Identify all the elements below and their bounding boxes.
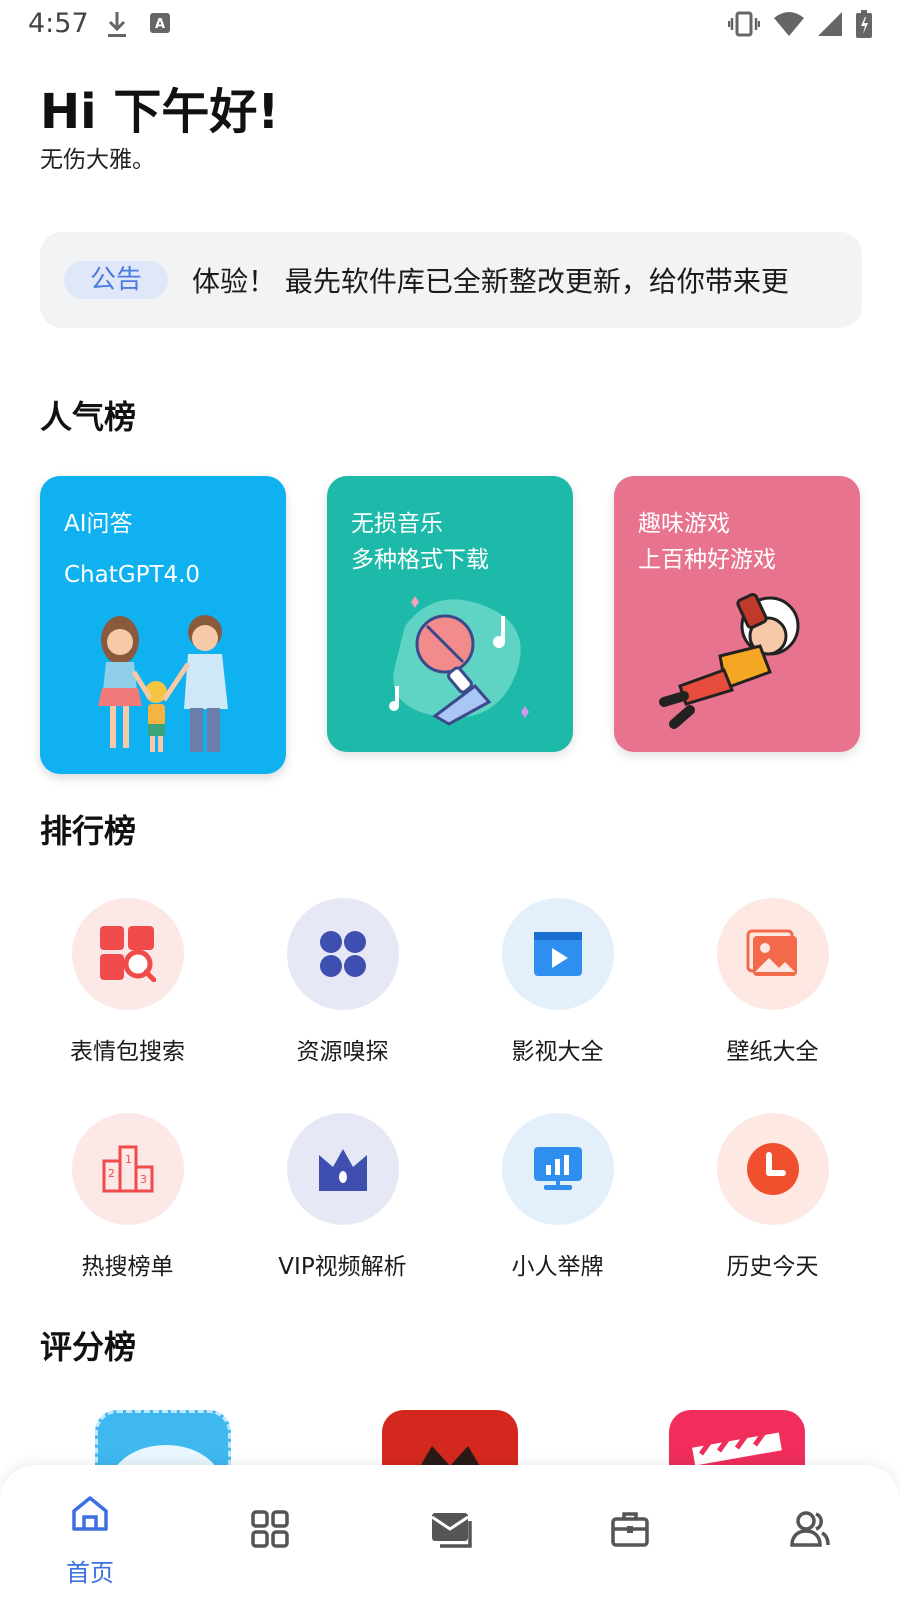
tool-hot-search-bg: 2 1 3 <box>71 1113 184 1225</box>
tool-hot-search[interactable]: 2 1 3 热搜榜单 <box>20 1113 235 1281</box>
nav-home-label: 首页 <box>66 1559 114 1587</box>
tool-sign-holder-bg <box>501 1113 614 1225</box>
keyboard-a-icon: A <box>150 13 170 33</box>
clock-icon <box>746 1143 799 1195</box>
bottom-navigation: 首页 <box>0 1465 900 1600</box>
notice-tag: 公告 <box>64 261 168 299</box>
card-fun-games[interactable]: 趣味游戏 上百种好游戏 <box>614 476 860 752</box>
status-bar: 4:57 A <box>0 0 900 50</box>
family-illustration-icon <box>98 615 228 752</box>
tool-label: VIP视频解析 <box>278 1254 407 1280</box>
section-title-popular: 人气榜 <box>40 398 137 436</box>
emoji-search-icon <box>99 926 156 982</box>
tool-history-today[interactable]: 历史今天 <box>665 1113 880 1281</box>
crown-icon <box>318 1149 367 1191</box>
svg-text:A: A <box>155 17 165 32</box>
home-screen: 4:57 A Hi 下午好! 无伤大雅。 公告 体验！ 最先软件库已全新整改更新… <box>0 0 900 1600</box>
tool-vip-parse-bg <box>286 1113 399 1225</box>
tool-wallpapers[interactable]: 壁纸大全 <box>665 898 880 1066</box>
nav-toolbox[interactable] <box>540 1465 720 1600</box>
tool-label: 表情包搜索 <box>70 1039 185 1065</box>
toolbox-icon <box>611 1512 649 1547</box>
tool-label: 小人举牌 <box>511 1254 604 1280</box>
wallpaper-image-icon <box>746 929 797 976</box>
tool-resource-sniffer[interactable]: 资源嗅探 <box>235 898 450 1066</box>
section-title-score: 评分榜 <box>40 1328 137 1366</box>
card-music-title: 无损音乐 <box>351 511 443 537</box>
category-grid-icon <box>251 1510 289 1548</box>
chart-board-icon <box>533 1147 582 1190</box>
section-title-ranking: 排行榜 <box>40 812 137 850</box>
tool-sign-holder[interactable]: 小人举牌 <box>450 1113 665 1281</box>
apps-grid-icon <box>319 931 366 977</box>
tool-movies-bg <box>501 898 614 1010</box>
podium-icon: 2 1 3 <box>102 1145 153 1193</box>
notice-banner[interactable]: 公告 体验！ 最先软件库已全新整改更新，给你带来更 <box>40 232 862 328</box>
tool-wallpapers-bg <box>716 898 829 1010</box>
tool-label: 资源嗅探 <box>296 1039 389 1065</box>
card-lossless-music[interactable]: 无损音乐 多种格式下载 <box>327 476 573 752</box>
card-ai-qa[interactable]: AI问答 ChatGPT4.0 <box>40 476 286 774</box>
tool-emoji-search-bg <box>71 898 184 1010</box>
tool-label: 壁纸大全 <box>726 1039 819 1065</box>
wifi-icon <box>774 12 804 36</box>
tool-resource-sniffer-bg <box>286 898 399 1010</box>
card-ai-title: AI问答 <box>64 511 133 537</box>
download-icon <box>108 12 126 37</box>
tool-label: 影视大全 <box>511 1039 604 1065</box>
tool-vip-parse[interactable]: VIP视频解析 <box>235 1113 450 1281</box>
nav-home[interactable]: 首页 <box>0 1465 180 1600</box>
notice-text: 体验！ 最先软件库已全新整改更新，给你带来更 <box>192 265 789 298</box>
tool-emoji-search[interactable]: 表情包搜索 <box>20 898 235 1066</box>
greeting-title: Hi 下午好! <box>40 84 280 140</box>
home-icon <box>72 1496 108 1531</box>
card-ai-subtitle: ChatGPT4.0 <box>64 562 201 588</box>
vibrate-icon <box>728 11 760 37</box>
svg-text:1: 1 <box>125 1153 132 1166</box>
tool-movies[interactable]: 影视大全 <box>450 898 665 1066</box>
video-play-icon <box>533 932 582 976</box>
nav-category[interactable] <box>180 1465 360 1600</box>
microphone-illustration-icon <box>389 596 529 726</box>
status-time: 4:57 <box>28 8 89 39</box>
svg-text:2: 2 <box>108 1167 115 1180</box>
tool-label: 历史今天 <box>726 1254 819 1280</box>
greeting-subtitle: 无伤大雅。 <box>40 147 155 173</box>
svg-text:3: 3 <box>140 1173 147 1186</box>
users-icon <box>790 1511 830 1547</box>
nav-messages[interactable] <box>360 1465 540 1600</box>
status-right-icons <box>728 10 872 38</box>
tool-label: 热搜榜单 <box>81 1254 174 1280</box>
card-game-title: 趣味游戏 <box>638 511 730 537</box>
nav-profile[interactable] <box>720 1465 900 1600</box>
mail-icon <box>431 1513 472 1548</box>
tool-history-today-bg <box>716 1113 829 1225</box>
signal-icon <box>818 12 842 36</box>
card-music-subtitle: 多种格式下载 <box>351 547 489 573</box>
gamer-illustration-icon <box>659 592 800 729</box>
battery-icon <box>856 10 872 38</box>
card-game-subtitle: 上百种好游戏 <box>638 547 776 573</box>
